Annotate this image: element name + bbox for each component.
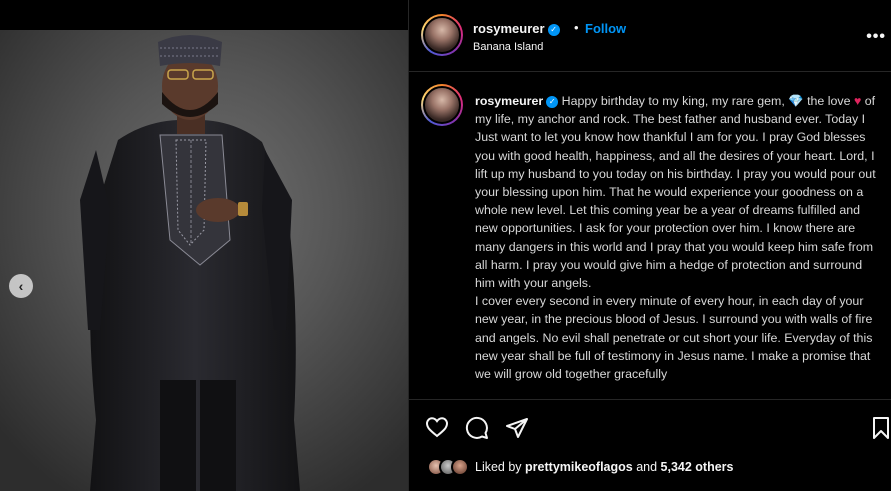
liked-by-text: Liked by prettymikeoflagos and 5,342 oth… (475, 460, 734, 474)
gem-emoji: 💎 (788, 94, 804, 108)
post-photo: ‹ (0, 0, 408, 491)
caption-avatar[interactable] (421, 84, 463, 126)
liker-avatar[interactable] (451, 458, 469, 476)
more-icon[interactable]: ••• (866, 28, 886, 46)
verified-icon: ✓ (547, 23, 560, 36)
liked-by-prefix: Liked by (475, 460, 522, 474)
caption-part-3: of my life, my anchor and rock. The best… (475, 94, 876, 291)
caption-part-2: the love (803, 94, 854, 108)
caption-section: rosymeurer ✓ Happy birthday to my king, m… (409, 73, 891, 399)
share-icon[interactable] (505, 416, 529, 440)
heart-icon[interactable] (425, 416, 449, 438)
verified-icon: ✓ (546, 95, 559, 108)
bookmark-icon[interactable] (871, 416, 891, 440)
likes-row: Liked by prettymikeoflagos and 5,342 oth… (427, 456, 734, 478)
username-header[interactable]: rosymeurer ✓ (473, 21, 560, 36)
avatar[interactable] (421, 14, 463, 56)
follow-button[interactable]: Follow (585, 21, 626, 36)
caption-part-1: Happy birthday to my king, my rare gem, (561, 94, 789, 108)
chevron-left-icon: ‹ (18, 278, 24, 294)
liked-by-user[interactable]: prettymikeoflagos (525, 460, 633, 474)
previous-image-button[interactable]: ‹ (9, 274, 33, 298)
actions-bar: Liked by prettymikeoflagos and 5,342 oth… (409, 399, 891, 491)
comment-icon[interactable] (465, 416, 489, 440)
caption-part-4: I cover every second in every minute of … (475, 294, 873, 382)
post-panel: rosymeurer ✓ • Follow Banana Island ••• r… (408, 0, 891, 491)
liked-by-and: and (636, 460, 658, 474)
post-image (0, 0, 408, 491)
post-header: rosymeurer ✓ • Follow Banana Island ••• (409, 0, 891, 72)
liked-by-count[interactable]: 5,342 others (661, 460, 734, 474)
separator-dot: • (574, 20, 579, 35)
caption-text: rosymeurer ✓ Happy birthday to my king, m… (475, 92, 885, 383)
username[interactable]: rosymeurer (473, 21, 545, 36)
location-link[interactable]: Banana Island (473, 41, 543, 53)
caption-username[interactable]: rosymeurer (475, 94, 543, 108)
